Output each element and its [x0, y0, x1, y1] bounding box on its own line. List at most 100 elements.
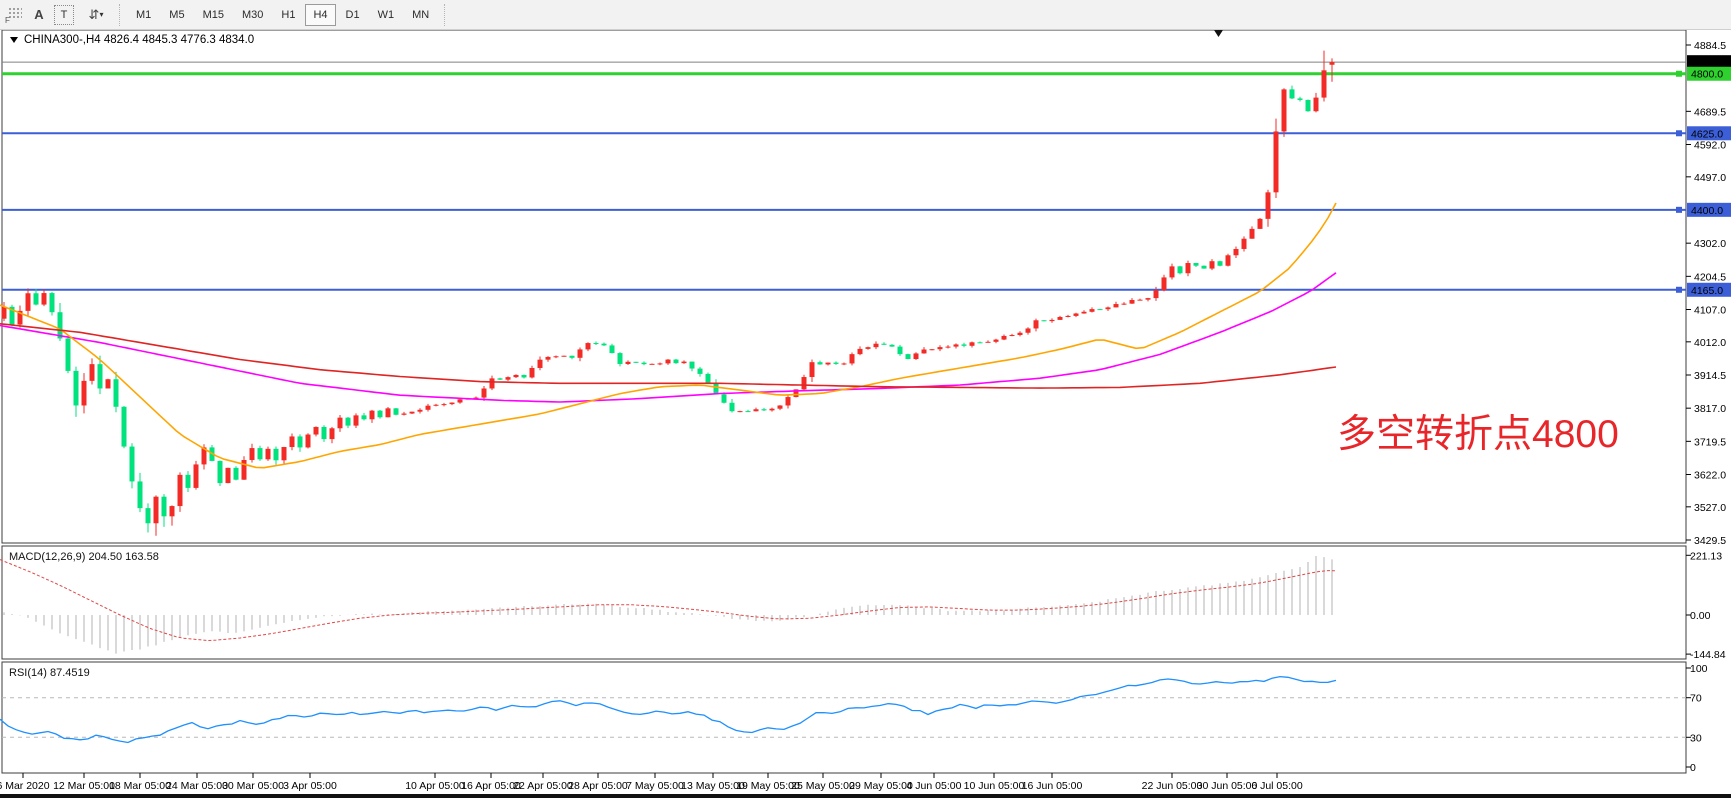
- rsi-tick-label: 0: [1690, 762, 1696, 774]
- candle-body: [1042, 320, 1047, 321]
- candle-body: [746, 411, 751, 412]
- candle-body: [1018, 333, 1023, 335]
- price-tick-label: 4012.0: [1694, 337, 1726, 349]
- candle-body: [106, 379, 111, 388]
- candle-body: [586, 343, 591, 349]
- candle-body: [306, 435, 311, 448]
- candle-body: [314, 427, 319, 435]
- timeframe-button-d1[interactable]: D1: [338, 4, 368, 26]
- candle-body: [826, 363, 831, 365]
- candle-body: [370, 411, 375, 420]
- candle-body: [898, 347, 903, 355]
- text-label-tool-icon[interactable]: T: [54, 5, 74, 25]
- candle-body: [394, 408, 399, 414]
- candle-body: [1194, 263, 1199, 266]
- candle-body: [962, 344, 967, 345]
- candle-body: [842, 363, 847, 364]
- top-toolbar: F A T ⇵ ▾ M1M5M15M30H1H4D1W1MN: [0, 0, 1731, 30]
- time-tick-label: 30 Jun 05:00: [1197, 780, 1258, 792]
- candle-body: [1074, 313, 1079, 315]
- price-badge-label: 4400.0: [1691, 205, 1723, 217]
- candle-body: [538, 360, 543, 368]
- toolbar-separator: [119, 4, 121, 26]
- rsi-tick-label: 100: [1690, 663, 1708, 675]
- candle-body: [554, 356, 559, 357]
- candle-body: [338, 418, 343, 429]
- candle-body: [1114, 304, 1119, 307]
- time-tick-label: 6 Mar 2020: [0, 780, 50, 792]
- time-tick-label: 16 Jun 05:00: [1022, 780, 1083, 792]
- hline-handle-4800[interactable]: [1676, 71, 1682, 77]
- candle-body: [346, 418, 351, 426]
- candle-body: [562, 356, 567, 357]
- candle-body: [626, 362, 631, 364]
- time-tick-label: 29 May 05:00: [849, 780, 913, 792]
- timeframe-button-h1[interactable]: H1: [273, 4, 303, 26]
- candle-body: [1058, 317, 1063, 320]
- timeframe-button-m1[interactable]: M1: [128, 4, 159, 26]
- candle-body: [882, 344, 887, 345]
- chart-stage: 4884.54689.54592.04497.04302.04204.54107…: [0, 0, 1731, 798]
- hline-handle-4165[interactable]: [1676, 287, 1682, 293]
- candle-body: [194, 464, 199, 487]
- timeframe-button-m15[interactable]: M15: [195, 4, 232, 26]
- candle-body: [522, 375, 527, 378]
- candle-body: [714, 383, 719, 395]
- price-tick-label: 3817.0: [1694, 403, 1726, 415]
- arrow-objects-icon[interactable]: ⇵ ▾: [80, 4, 110, 26]
- candle-body: [690, 362, 695, 369]
- hline-handle-4625[interactable]: [1676, 130, 1682, 136]
- toolbar-separator: [444, 4, 446, 26]
- timeframe-button-mn[interactable]: MN: [404, 4, 437, 26]
- price-tick-label: 3914.5: [1694, 370, 1726, 382]
- main-chart-panel[interactable]: [2, 30, 1686, 543]
- price-axis[interactable]: 4884.54689.54592.04497.04302.04204.54107…: [1686, 40, 1731, 547]
- candle-body: [1282, 89, 1287, 131]
- macd-panel[interactable]: [2, 546, 1686, 659]
- price-tick-label: 4497.0: [1694, 172, 1726, 184]
- candle-body: [786, 397, 791, 405]
- candle-body: [34, 293, 39, 304]
- time-tick-label: 16 Apr 05:00: [461, 780, 521, 792]
- timeframe-button-m30[interactable]: M30: [234, 4, 271, 26]
- candle-body: [114, 379, 119, 407]
- candle-body: [1002, 336, 1007, 340]
- candle-body: [1066, 316, 1071, 317]
- timeframe-button-h4[interactable]: H4: [305, 4, 335, 26]
- candle-body: [354, 415, 359, 425]
- candle-body: [362, 415, 367, 419]
- candle-body: [26, 293, 31, 311]
- rsi-panel[interactable]: [2, 662, 1686, 773]
- time-axis[interactable]: 6 Mar 202012 Mar 05:0018 Mar 05:0024 Mar…: [0, 773, 1303, 792]
- candle-body: [890, 345, 895, 347]
- candle-body: [434, 405, 439, 406]
- hline-handle-4400[interactable]: [1676, 207, 1682, 213]
- chevron-down-icon: ▾: [99, 10, 101, 19]
- price-tick-label: 3719.5: [1694, 436, 1726, 448]
- candle-body: [386, 408, 391, 417]
- f-label: F: [5, 16, 10, 25]
- candle-body: [922, 349, 927, 353]
- timeframe-button-m5[interactable]: M5: [161, 4, 192, 26]
- candle-body: [450, 403, 455, 405]
- candle-body: [218, 461, 223, 483]
- time-tick-label: 10 Apr 05:00: [405, 780, 465, 792]
- chart-title: CHINA300-,H4 4826.4 4845.3 4776.3 4834.0: [24, 34, 254, 46]
- price-tick-label: 4884.5: [1694, 40, 1726, 52]
- candle-body: [1146, 298, 1151, 300]
- candle-body: [938, 347, 943, 349]
- rsi-label: RSI(14) 87.4519: [9, 667, 90, 679]
- candle-body: [226, 468, 231, 483]
- candle-body: [970, 342, 975, 345]
- candle-body: [178, 475, 183, 506]
- candle-body: [810, 362, 815, 377]
- candle-body: [1138, 300, 1143, 301]
- font-tool-icon[interactable]: A: [30, 4, 48, 26]
- candle-body: [634, 362, 639, 363]
- timeframe-button-w1[interactable]: W1: [370, 4, 403, 26]
- candle-body: [1306, 100, 1311, 111]
- candle-body: [1226, 255, 1231, 265]
- toolbar-drag-handle-icon[interactable]: F: [4, 5, 24, 25]
- candle-body: [1162, 277, 1167, 290]
- candle-body: [642, 363, 647, 364]
